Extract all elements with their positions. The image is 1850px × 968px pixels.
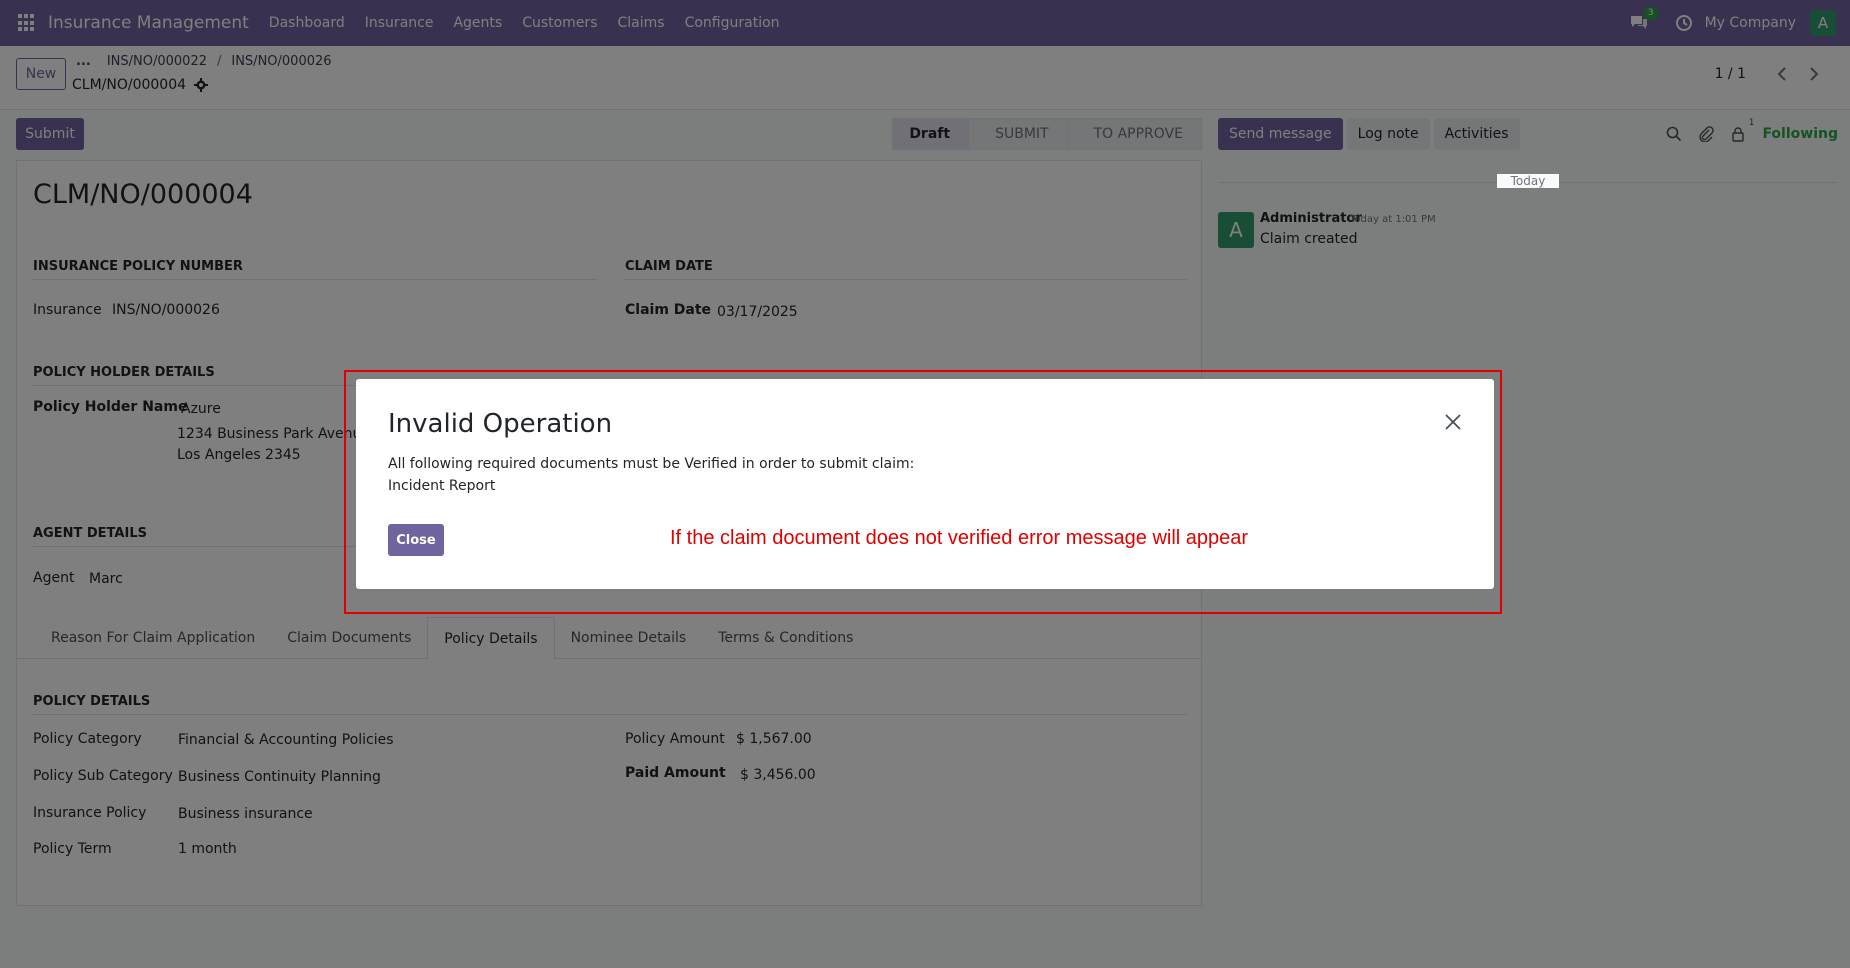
dialog-message-line: All following required documents must be… — [388, 456, 915, 472]
annotation-text: If the claim document does not verified … — [670, 527, 1249, 549]
dialog-title: Invalid Operation — [388, 409, 613, 439]
dialog-message-line: Incident Report — [388, 478, 496, 494]
close-icon[interactable] — [1442, 411, 1464, 433]
dialog-message: All following required documents must be… — [388, 453, 914, 497]
close-button[interactable]: Close — [388, 524, 444, 556]
error-dialog: Invalid Operation All following required… — [356, 379, 1494, 589]
date-separator-label: Today — [1496, 174, 1560, 188]
